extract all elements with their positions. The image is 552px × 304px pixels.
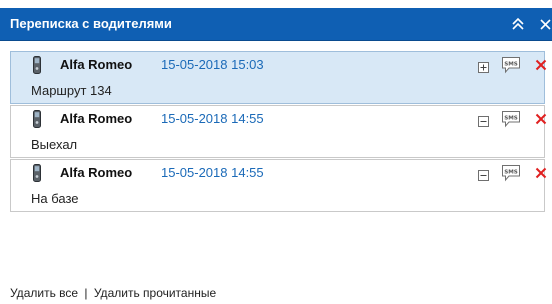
message-sender: Alfa Romeo — [60, 165, 133, 180]
message-time: 15-05-2018 14:55 — [161, 165, 264, 180]
sms-icon[interactable]: SMS — [501, 164, 521, 182]
panel-header: Переписка с водителями — [0, 8, 552, 41]
driver-messages-panel: Переписка с водителями Alfa Romeo 15-05-… — [0, 0, 552, 304]
footer-actions: Удалить все | Удалить прочитанные — [10, 285, 216, 301]
message-list: Alfa Romeo 15-05-2018 15:03 Маршрут 134 … — [0, 41, 552, 222]
sms-icon[interactable]: SMS — [501, 110, 521, 128]
message-sender: Alfa Romeo — [60, 57, 133, 72]
message-item[interactable]: Alfa Romeo 15-05-2018 15:03 Маршрут 134 … — [10, 51, 547, 104]
message-text: На базе — [31, 191, 79, 206]
sms-icon-label: SMS — [504, 169, 518, 175]
plus-square-icon[interactable] — [478, 60, 489, 73]
minus-square-icon[interactable] — [478, 114, 489, 127]
close-icon[interactable] — [538, 15, 552, 33]
message-item[interactable]: Alfa Romeo 15-05-2018 14:55 На базе SMS — [10, 159, 547, 212]
delete-x-icon[interactable] — [535, 58, 547, 71]
delete-all-link[interactable]: Удалить все — [10, 286, 78, 300]
message-text: Выехал — [31, 137, 78, 152]
message-sender: Alfa Romeo — [60, 111, 133, 126]
message-item[interactable]: Alfa Romeo 15-05-2018 14:55 Выехал SMS — [10, 105, 547, 158]
sms-icon-label: SMS — [504, 115, 518, 121]
double-chevron-up-icon[interactable] — [510, 15, 526, 33]
panel-title: Переписка с водителями — [10, 16, 172, 31]
message-time: 15-05-2018 15:03 — [161, 57, 264, 72]
footer-separator: | — [84, 286, 88, 300]
delete-x-icon[interactable] — [535, 112, 547, 125]
phone-icon — [33, 56, 41, 74]
message-time: 15-05-2018 14:55 — [161, 111, 264, 126]
minus-square-icon[interactable] — [478, 168, 489, 181]
delete-read-link[interactable]: Удалить прочитанные — [94, 286, 216, 300]
phone-icon — [33, 110, 41, 128]
phone-icon — [33, 164, 41, 182]
delete-x-icon[interactable] — [535, 166, 547, 179]
message-text: Маршрут 134 — [31, 83, 112, 98]
sms-icon-label: SMS — [504, 61, 518, 67]
sms-icon[interactable]: SMS — [501, 56, 521, 74]
